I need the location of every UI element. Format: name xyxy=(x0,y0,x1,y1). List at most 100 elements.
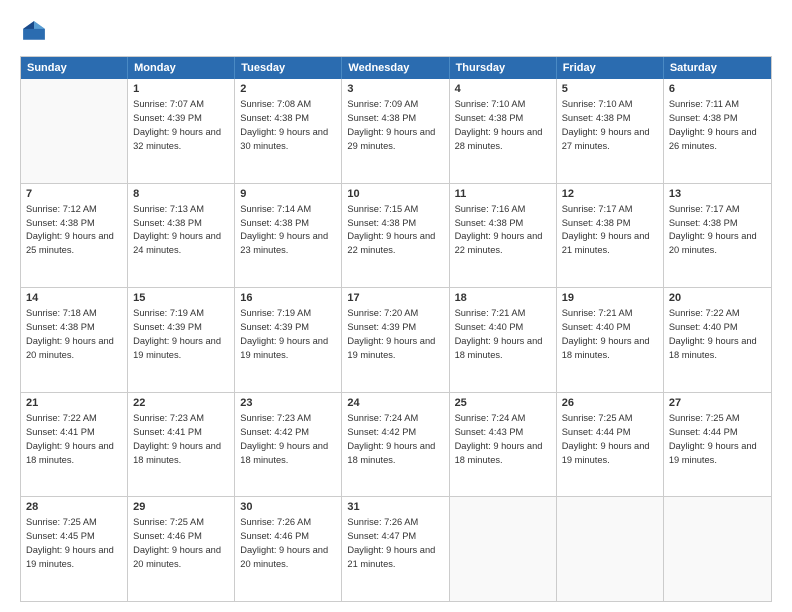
day-number: 13 xyxy=(669,188,766,200)
day-number: 23 xyxy=(240,397,336,409)
cal-cell: 26 Sunrise: 7:25 AMSunset: 4:44 PMDayligh… xyxy=(557,393,664,497)
day-number: 18 xyxy=(455,292,551,304)
day-number: 16 xyxy=(240,292,336,304)
sunrise-text: Sunrise: 7:25 AM xyxy=(562,412,658,426)
sunrise-text: Sunrise: 7:13 AM xyxy=(133,203,229,217)
daylight-text: Daylight: 9 hours and 18 minutes. xyxy=(133,440,229,468)
cal-cell xyxy=(21,79,128,183)
sunrise-text: Sunrise: 7:24 AM xyxy=(347,412,443,426)
cal-week-4: 21Sunrise: 7:22 AMSunset: 4:41 PMDayligh… xyxy=(21,393,771,498)
sunset-text: Sunset: 4:38 PM xyxy=(669,112,766,126)
daylight-text: Daylight: 9 hours and 19 minutes. xyxy=(669,440,766,468)
cal-cell: 10Sunrise: 7:15 AMSunset: 4:38 PMDayligh… xyxy=(342,184,449,288)
day-number: 5 xyxy=(562,83,658,95)
sunrise-text: Sunrise: 7:10 AM xyxy=(455,98,551,112)
sunset-text: Sunset: 4:39 PM xyxy=(347,321,443,335)
day-number: 7 xyxy=(26,188,122,200)
sunset-text: Sunset: 4:38 PM xyxy=(240,217,336,231)
day-number: 2 xyxy=(240,83,336,95)
sunrise-text: Sunrise: 7:22 AM xyxy=(26,412,122,426)
cal-cell: 3Sunrise: 7:09 AMSunset: 4:38 PMDaylight… xyxy=(342,79,449,183)
day-number: 9 xyxy=(240,188,336,200)
day-number: 11 xyxy=(455,188,551,200)
daylight-text: Daylight: 9 hours and 28 minutes. xyxy=(455,126,551,154)
daylight-text: Daylight: 9 hours and 19 minutes. xyxy=(562,440,658,468)
sunrise-text: Sunrise: 7:16 AM xyxy=(455,203,551,217)
cal-cell xyxy=(557,497,664,601)
header xyxy=(20,18,772,46)
cal-cell: 12Sunrise: 7:17 AMSunset: 4:38 PMDayligh… xyxy=(557,184,664,288)
sunset-text: Sunset: 4:41 PM xyxy=(133,426,229,440)
cal-week-3: 14Sunrise: 7:18 AMSunset: 4:38 PMDayligh… xyxy=(21,288,771,393)
day-number: 4 xyxy=(455,83,551,95)
daylight-text: Daylight: 9 hours and 18 minutes. xyxy=(562,335,658,363)
daylight-text: Daylight: 9 hours and 20 minutes. xyxy=(26,335,122,363)
sunrise-text: Sunrise: 7:17 AM xyxy=(562,203,658,217)
cal-cell: 17Sunrise: 7:20 AMSunset: 4:39 PMDayligh… xyxy=(342,288,449,392)
daylight-text: Daylight: 9 hours and 22 minutes. xyxy=(455,230,551,258)
sunrise-text: Sunrise: 7:12 AM xyxy=(26,203,122,217)
sunset-text: Sunset: 4:47 PM xyxy=(347,530,443,544)
cal-header-saturday: Saturday xyxy=(664,57,771,79)
cal-header-monday: Monday xyxy=(128,57,235,79)
sunset-text: Sunset: 4:45 PM xyxy=(26,530,122,544)
daylight-text: Daylight: 9 hours and 22 minutes. xyxy=(347,230,443,258)
sunset-text: Sunset: 4:39 PM xyxy=(240,321,336,335)
daylight-text: Daylight: 9 hours and 18 minutes. xyxy=(240,440,336,468)
cal-cell: 4Sunrise: 7:10 AMSunset: 4:38 PMDaylight… xyxy=(450,79,557,183)
daylight-text: Daylight: 9 hours and 19 minutes. xyxy=(347,335,443,363)
cal-cell: 25Sunrise: 7:24 AMSunset: 4:43 PMDayligh… xyxy=(450,393,557,497)
daylight-text: Daylight: 9 hours and 32 minutes. xyxy=(133,126,229,154)
sunset-text: Sunset: 4:44 PM xyxy=(669,426,766,440)
day-number: 8 xyxy=(133,188,229,200)
sunrise-text: Sunrise: 7:17 AM xyxy=(669,203,766,217)
day-number: 26 xyxy=(562,397,658,409)
cal-cell: 19Sunrise: 7:21 AMSunset: 4:40 PMDayligh… xyxy=(557,288,664,392)
sunset-text: Sunset: 4:44 PM xyxy=(562,426,658,440)
sunrise-text: Sunrise: 7:11 AM xyxy=(669,98,766,112)
cal-week-1: 1Sunrise: 7:07 AMSunset: 4:39 PMDaylight… xyxy=(21,79,771,184)
daylight-text: Daylight: 9 hours and 26 minutes. xyxy=(669,126,766,154)
day-number: 31 xyxy=(347,501,443,513)
sunrise-text: Sunrise: 7:22 AM xyxy=(669,307,766,321)
calendar-header: SundayMondayTuesdayWednesdayThursdayFrid… xyxy=(21,57,771,79)
sunrise-text: Sunrise: 7:26 AM xyxy=(240,516,336,530)
sunset-text: Sunset: 4:38 PM xyxy=(455,217,551,231)
daylight-text: Daylight: 9 hours and 20 minutes. xyxy=(133,544,229,572)
sunset-text: Sunset: 4:43 PM xyxy=(455,426,551,440)
daylight-text: Daylight: 9 hours and 18 minutes. xyxy=(669,335,766,363)
cal-cell: 5Sunrise: 7:10 AMSunset: 4:38 PMDaylight… xyxy=(557,79,664,183)
calendar-body: 1Sunrise: 7:07 AMSunset: 4:39 PMDaylight… xyxy=(21,79,771,601)
sunrise-text: Sunrise: 7:21 AM xyxy=(455,307,551,321)
cal-cell: 23Sunrise: 7:23 AMSunset: 4:42 PMDayligh… xyxy=(235,393,342,497)
cal-week-5: 28Sunrise: 7:25 AMSunset: 4:45 PMDayligh… xyxy=(21,497,771,601)
logo xyxy=(20,18,52,46)
sunset-text: Sunset: 4:42 PM xyxy=(240,426,336,440)
sunrise-text: Sunrise: 7:24 AM xyxy=(455,412,551,426)
cal-cell: 16Sunrise: 7:19 AMSunset: 4:39 PMDayligh… xyxy=(235,288,342,392)
cal-cell: 31Sunrise: 7:26 AMSunset: 4:47 PMDayligh… xyxy=(342,497,449,601)
day-number: 3 xyxy=(347,83,443,95)
cal-cell: 8Sunrise: 7:13 AMSunset: 4:38 PMDaylight… xyxy=(128,184,235,288)
sunrise-text: Sunrise: 7:10 AM xyxy=(562,98,658,112)
cal-cell: 7Sunrise: 7:12 AMSunset: 4:38 PMDaylight… xyxy=(21,184,128,288)
daylight-text: Daylight: 9 hours and 20 minutes. xyxy=(669,230,766,258)
daylight-text: Daylight: 9 hours and 29 minutes. xyxy=(347,126,443,154)
cal-cell: 24Sunrise: 7:24 AMSunset: 4:42 PMDayligh… xyxy=(342,393,449,497)
daylight-text: Daylight: 9 hours and 18 minutes. xyxy=(347,440,443,468)
cal-cell: 29Sunrise: 7:25 AMSunset: 4:46 PMDayligh… xyxy=(128,497,235,601)
daylight-text: Daylight: 9 hours and 21 minutes. xyxy=(347,544,443,572)
sunrise-text: Sunrise: 7:23 AM xyxy=(133,412,229,426)
sunset-text: Sunset: 4:46 PM xyxy=(133,530,229,544)
sunrise-text: Sunrise: 7:14 AM xyxy=(240,203,336,217)
sunset-text: Sunset: 4:38 PM xyxy=(347,112,443,126)
day-number: 25 xyxy=(455,397,551,409)
cal-cell xyxy=(450,497,557,601)
day-number: 6 xyxy=(669,83,766,95)
sunset-text: Sunset: 4:38 PM xyxy=(562,112,658,126)
cal-cell: 27Sunrise: 7:25 AMSunset: 4:44 PMDayligh… xyxy=(664,393,771,497)
calendar: SundayMondayTuesdayWednesdayThursdayFrid… xyxy=(20,56,772,602)
daylight-text: Daylight: 9 hours and 24 minutes. xyxy=(133,230,229,258)
cal-cell: 6 Sunrise: 7:11 AMSunset: 4:38 PMDaylight… xyxy=(664,79,771,183)
daylight-text: Daylight: 9 hours and 19 minutes. xyxy=(240,335,336,363)
